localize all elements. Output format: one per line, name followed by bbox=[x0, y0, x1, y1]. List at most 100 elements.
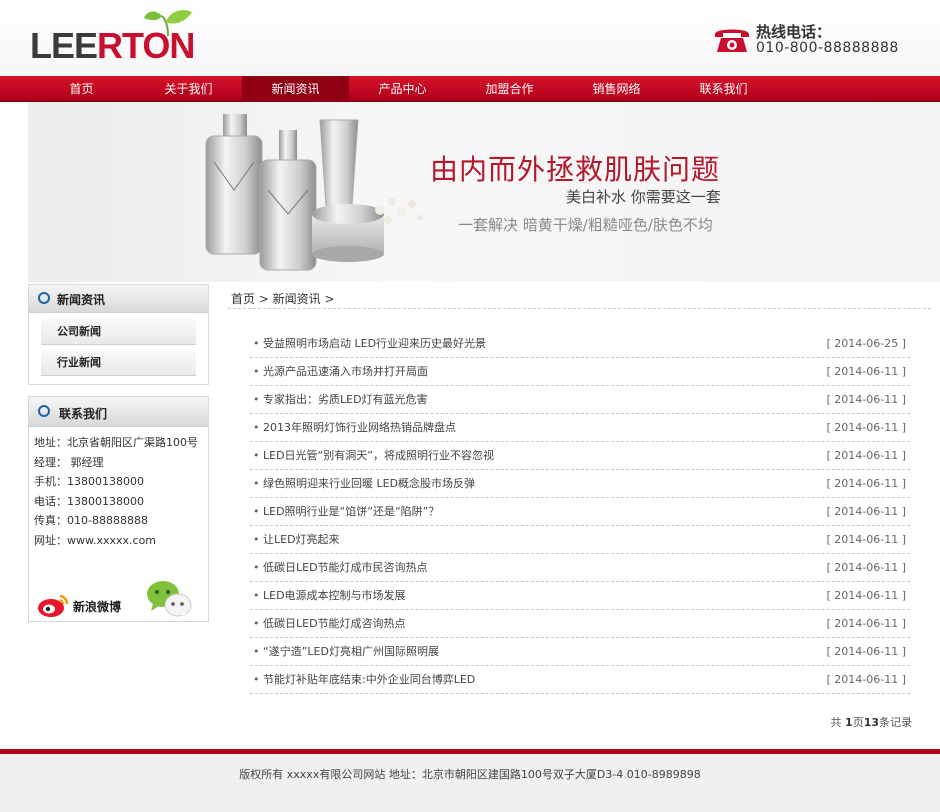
banner-subline: 美白补水 你需要这一套 bbox=[566, 188, 721, 206]
list-item[interactable]: • 专家指出：劣质LED灯有蓝光危害 [ 2014-06-11 ] bbox=[250, 386, 910, 414]
breadcrumb-divider bbox=[228, 308, 931, 309]
category-company-news[interactable]: 公司新闻 bbox=[41, 319, 196, 345]
list-item[interactable]: • 让LED灯亮起来 [ 2014-06-11 ] bbox=[250, 526, 910, 554]
news-date: [ 2014-06-11 ] bbox=[826, 673, 906, 686]
news-title[interactable]: LED照明行业是“馅饼”还是“陷阱”？ bbox=[263, 498, 439, 526]
category-industry-news[interactable]: 行业新闻 bbox=[41, 350, 196, 376]
news-title[interactable]: LED日光管“别有洞天”，将成照明行业不容忽视 bbox=[263, 442, 494, 470]
news-date: [ 2014-06-11 ] bbox=[826, 533, 906, 546]
bullet-icon: • bbox=[253, 561, 260, 574]
contact-title: 联系我们 bbox=[59, 407, 108, 421]
news-title[interactable]: 低碳日LED节能灯成市民咨询热点 bbox=[263, 554, 428, 582]
news-date: [ 2014-06-11 ] bbox=[826, 645, 906, 658]
news-title[interactable]: 受益照明市场启动 LED行业迎来历史最好光景 bbox=[263, 330, 486, 358]
pager-count: 13 bbox=[863, 716, 879, 729]
list-item[interactable]: • LED电源成本控制与市场发展 [ 2014-06-11 ] bbox=[250, 582, 910, 610]
news-title[interactable]: 光源产品迅速涌入市场并打开局面 bbox=[263, 358, 428, 386]
news-title[interactable]: 让LED灯亮起来 bbox=[263, 526, 340, 554]
news-title[interactable]: 低碳日LED节能灯成咨询热点 bbox=[263, 610, 406, 638]
list-item[interactable]: • LED日光管“别有洞天”，将成照明行业不容忽视 [ 2014-06-11 ] bbox=[250, 442, 910, 470]
news-title[interactable]: 节能灯补贴年底结束:中外企业同台博弈LED bbox=[263, 666, 475, 694]
contact-fax: 传真：010-88888888 bbox=[34, 514, 148, 527]
news-category-title: 新闻资讯 bbox=[57, 293, 106, 307]
news-title[interactable]: 专家指出：劣质LED灯有蓝光危害 bbox=[263, 386, 428, 414]
telephone-icon bbox=[715, 29, 749, 52]
nav-item-contact[interactable]: 联系我们 bbox=[670, 76, 777, 102]
news-date: [ 2014-06-25 ] bbox=[826, 337, 906, 350]
nav-item-news[interactable]: 新闻资讯 bbox=[242, 76, 349, 102]
banner-tagline: 一套解决 暗黄干燥/粗糙哑色/肤色不均 bbox=[458, 216, 713, 234]
bullet-icon: • bbox=[253, 533, 260, 546]
news-date: [ 2014-06-11 ] bbox=[826, 505, 906, 518]
bullet-icon: • bbox=[253, 505, 260, 518]
hero-banner: 由内而外拯救肌肤问题 美白补水 你需要这一套 一套解决 暗黄干燥/粗糙哑色/肤色… bbox=[28, 102, 940, 282]
nav-item-products[interactable]: 产品中心 bbox=[349, 76, 456, 102]
news-date: [ 2014-06-11 ] bbox=[826, 617, 906, 630]
bullet-icon: • bbox=[253, 645, 260, 658]
news-date: [ 2014-06-11 ] bbox=[826, 561, 906, 574]
site-footer: 版权所有 xxxxx有限公司网站 地址：北京市朝阳区建国路100号双子大厦D3-… bbox=[0, 754, 940, 812]
nav-item-sales-network[interactable]: 销售网络 bbox=[563, 76, 670, 102]
contact-phone: 电话：13800138000 bbox=[34, 494, 144, 508]
news-title[interactable]: 2013年照明灯饰行业网络热销品牌盘点 bbox=[263, 414, 456, 442]
cosmetics-product-image bbox=[205, 114, 423, 271]
list-item[interactable]: • “遂宁造”LED灯亮相广州国际照明展 [ 2014-06-11 ] bbox=[250, 638, 910, 666]
breadcrumb[interactable]: 首页 > 新闻资讯 > bbox=[231, 290, 335, 307]
nav-item-franchise[interactable]: 加盟合作 bbox=[456, 76, 563, 102]
site-header: LEE RTON 热线电话： 010-800-88888888 bbox=[0, 0, 940, 76]
bullet-icon: • bbox=[253, 393, 260, 406]
news-date: [ 2014-06-11 ] bbox=[826, 477, 906, 490]
pagination-summary: 共 1页13条记录 bbox=[831, 714, 912, 730]
weibo-icon[interactable] bbox=[36, 592, 70, 618]
bullet-icon: • bbox=[253, 673, 260, 686]
list-item[interactable]: • 低碳日LED节能灯成市民咨询热点 [ 2014-06-11 ] bbox=[250, 554, 910, 582]
news-title[interactable]: 绿色照明迎来行业回暖 LED概念股市场反弹 bbox=[263, 470, 475, 498]
news-date: [ 2014-06-11 ] bbox=[826, 449, 906, 462]
list-item[interactable]: • LED照明行业是“馅饼”还是“陷阱”？ [ 2014-06-11 ] bbox=[250, 498, 910, 526]
bullet-icon: • bbox=[253, 589, 260, 602]
list-item[interactable]: • 绿色照明迎来行业回暖 LED概念股市场反弹 [ 2014-06-11 ] bbox=[250, 470, 910, 498]
bullet-icon: • bbox=[253, 477, 260, 490]
bullet-icon: • bbox=[253, 421, 260, 434]
circle-icon bbox=[38, 292, 50, 304]
contact-mobile: 手机：13800138000 bbox=[34, 475, 144, 488]
news-list: • 受益照明市场启动 LED行业迎来历史最好光景[ 2014-06-25 ] • 光… bbox=[250, 330, 910, 694]
bullet-icon: • bbox=[253, 617, 260, 630]
nav-item-about[interactable]: 关于我们 bbox=[135, 76, 242, 102]
news-category-header: 新闻资讯 bbox=[29, 285, 208, 313]
bullet-icon: • bbox=[253, 337, 260, 350]
news-date: [ 2014-06-11 ] bbox=[826, 589, 906, 602]
main-nav: 首页 关于我们 新闻资讯 产品中心 加盟合作 销售网络 联系我们 bbox=[0, 76, 940, 102]
pager-pages: 1 bbox=[845, 716, 853, 729]
news-date: [ 2014-06-11 ] bbox=[826, 393, 906, 406]
hotline-label: 热线电话： bbox=[756, 23, 832, 41]
news-date: [ 2014-06-11 ] bbox=[826, 421, 906, 434]
pager-suffix: 条记录 bbox=[879, 716, 912, 729]
leaf-icon bbox=[144, 10, 192, 37]
site-logo[interactable]: LEE RTON bbox=[30, 10, 195, 66]
list-item[interactable]: • 光源产品迅速涌入市场并打开局面 [ 2014-06-11 ] bbox=[250, 358, 910, 386]
list-item[interactable]: • 低碳日LED节能灯成咨询热点 [ 2014-06-11 ] bbox=[250, 610, 910, 638]
hotline-number: 010-800-88888888 bbox=[756, 40, 899, 56]
nav-item-home[interactable]: 首页 bbox=[28, 76, 135, 102]
news-date: [ 2014-06-11 ] bbox=[826, 365, 906, 378]
contact-manager: 经理： 郭经理 bbox=[34, 455, 104, 469]
bullet-icon: • bbox=[253, 365, 260, 378]
bullet-icon: • bbox=[253, 449, 260, 462]
logo-text-lee: LEE bbox=[30, 25, 98, 66]
banner-headline: 由内而外拯救肌肤问题 bbox=[430, 153, 721, 186]
pager-prefix: 共 bbox=[830, 716, 846, 729]
list-item[interactable]: • 2013年照明灯饰行业网络热销品牌盘点 [ 2014-06-11 ] bbox=[250, 414, 910, 442]
footer-copyright: 版权所有 xxxxx有限公司网站 地址：北京市朝阳区建国路100号双子大厦D3-… bbox=[239, 768, 701, 781]
contact-address: 地址：北京省朝阳区广渠路100号 bbox=[34, 436, 198, 449]
list-item[interactable]: • 节能灯补贴年底结束:中外企业同台博弈LED [ 2014-06-11 ] bbox=[250, 666, 910, 694]
list-item[interactable]: • 受益照明市场启动 LED行业迎来历史最好光景 [ 2014-06-25 ] bbox=[250, 330, 910, 358]
news-title[interactable]: LED电源成本控制与市场发展 bbox=[263, 582, 406, 610]
weibo-label[interactable]: 新浪微博 bbox=[73, 598, 121, 615]
news-title[interactable]: “遂宁造”LED灯亮相广州国际照明展 bbox=[263, 638, 439, 666]
pager-mid: 页 bbox=[852, 716, 864, 729]
wechat-icon[interactable] bbox=[145, 578, 193, 620]
contact-box: 联系我们 地址：北京省朝阳区广渠路100号 经理： 郭经理 手机：1380013… bbox=[28, 396, 209, 622]
contact-header: 联系我们 bbox=[29, 397, 208, 427]
news-category-box: 新闻资讯 公司新闻 行业新闻 bbox=[28, 284, 209, 385]
